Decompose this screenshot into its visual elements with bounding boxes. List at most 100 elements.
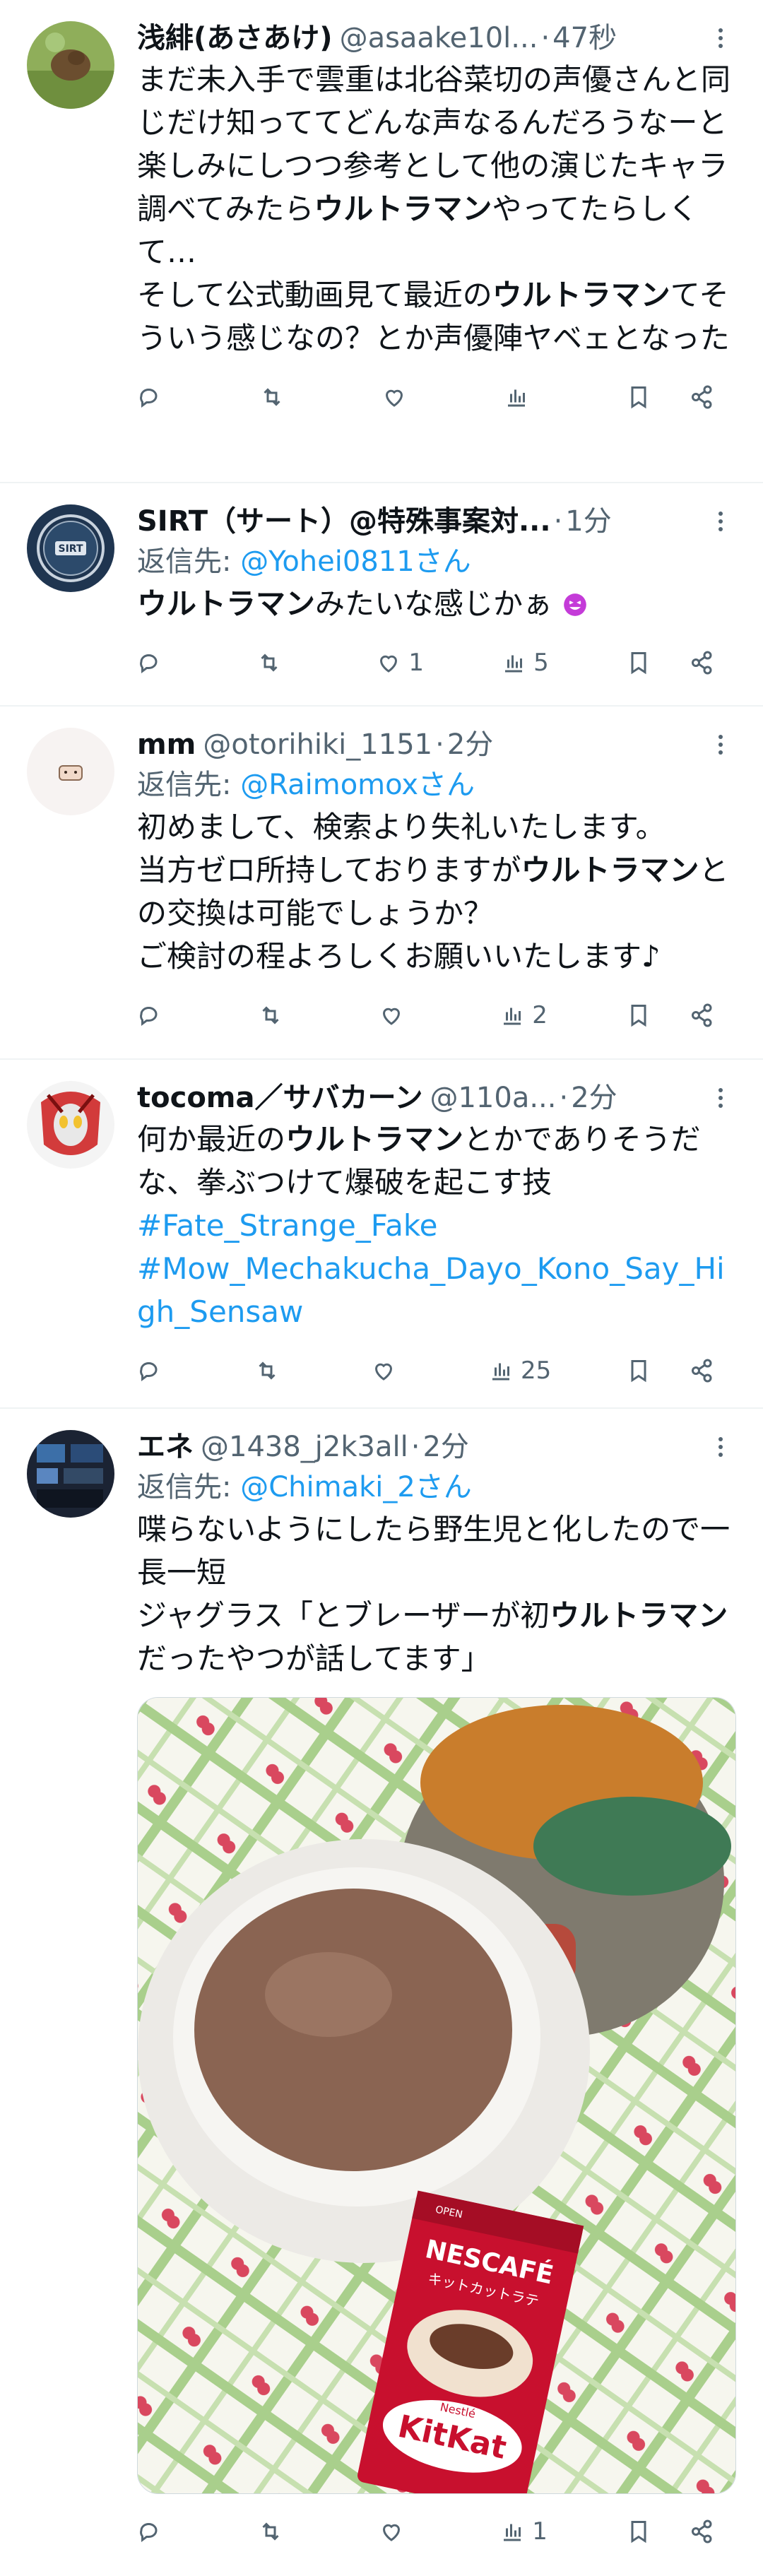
retweet-button[interactable] [259, 384, 302, 410]
avatar[interactable] [27, 1081, 114, 1169]
more-options-button[interactable] [706, 731, 735, 759]
emoji-smile-icon [564, 593, 587, 616]
share-icon [691, 2519, 712, 2543]
like-button[interactable] [379, 2519, 421, 2544]
bookmark-button[interactable] [626, 1358, 668, 1383]
reply-label: 返信先: [137, 769, 241, 801]
reply-button[interactable] [137, 1358, 179, 1383]
avatar[interactable]: SIRT [27, 504, 114, 592]
avatar[interactable] [27, 728, 114, 815]
reply-icon [140, 2523, 158, 2542]
user-handle[interactable]: @110a... [430, 1078, 556, 1118]
views-button[interactable]: 2 [499, 1001, 548, 1029]
svg-text:SIRT: SIRT [59, 543, 83, 555]
timestamp[interactable]: 2分 [422, 1427, 468, 1467]
bookmark-button[interactable] [626, 384, 668, 410]
tweet[interactable]: 浅緋(あさあけ) @asaake10l... · 47秒 まだ未入手で雲重は北谷… [0, 0, 763, 483]
reply-handle-link[interactable]: @Raimomoxさん [240, 769, 475, 801]
retweet-button[interactable] [256, 650, 299, 675]
user-handle[interactable]: @1438_j2k3all [201, 1427, 408, 1467]
reply-button[interactable] [137, 650, 179, 675]
more-options-button[interactable] [706, 1084, 735, 1112]
display-name[interactable]: エネ [137, 1427, 194, 1467]
hashtag-link[interactable]: #Fate_Strange_Fake [137, 1208, 438, 1243]
timestamp[interactable]: 2分 [447, 725, 493, 764]
like-button[interactable]: 1 [376, 649, 424, 677]
reply-icon [140, 654, 158, 673]
retweet-button[interactable] [258, 1003, 300, 1028]
bookmark-button[interactable] [626, 2519, 668, 2544]
separator-dot: · [540, 22, 550, 54]
highlight-keyword: ウルトラマン [492, 278, 670, 312]
tweet[interactable]: SIRT SIRT（サート）@特殊事案対... · 1分 返信先: @Yohei… [0, 483, 763, 707]
highlight-keyword: ウルトラマン [550, 1598, 728, 1633]
retweet-button[interactable] [258, 2519, 300, 2544]
avatar[interactable] [27, 1430, 114, 1518]
user-handle[interactable]: @asaake10l... [340, 18, 538, 58]
bookmark-icon [631, 1005, 646, 1027]
display-name[interactable]: 浅緋(あさあけ) [137, 18, 333, 58]
display-name[interactable]: tocoma／サバカーン [137, 1078, 422, 1118]
tweet[interactable]: エネ @1438_j2k3all · 2分 返信先: @Chimaki_2さん … [0, 1409, 763, 2576]
views-button[interactable]: 5 [501, 649, 549, 677]
action-bar: 1 [137, 2507, 732, 2556]
reply-button[interactable] [137, 2519, 179, 2544]
timestamp[interactable]: 47秒 [552, 18, 617, 58]
tweet[interactable]: tocoma／サバカーン @110a... · 2分 何か最近のウルトラマンとか… [0, 1060, 763, 1409]
tweet-photo[interactable]: NESCAFÉ キットカットラテ OPEN KitKat Nestlé [137, 1697, 736, 2494]
bookmark-icon [631, 1360, 646, 1383]
more-options-button[interactable] [706, 24, 735, 52]
display-name[interactable]: SIRT（サート）@特殊事案対... [137, 502, 551, 541]
share-icon [691, 1359, 712, 1383]
retweet-button[interactable] [254, 1358, 297, 1383]
views-button[interactable]: 25 [488, 1357, 551, 1385]
user-handle[interactable]: @otorihiki_1151 [203, 725, 432, 764]
separator-dot: · [410, 1431, 420, 1463]
like-button[interactable] [379, 1003, 421, 1028]
avatar[interactable] [27, 21, 114, 109]
like-button[interactable] [382, 384, 424, 410]
more-icon [718, 1437, 723, 1441]
separator-dot: · [553, 505, 563, 538]
reply-handle-link[interactable]: @Yohei0811さん [240, 545, 471, 578]
more-options-button[interactable] [706, 1433, 735, 1461]
share-button[interactable] [690, 2519, 732, 2544]
action-bar [137, 372, 732, 422]
highlight-keyword: ウルトラマン [521, 853, 699, 887]
action-bar: 25 [137, 1346, 732, 1395]
timeline-feed: 浅緋(あさあけ) @asaake10l... · 47秒 まだ未入手で雲重は北谷… [0, 0, 763, 2576]
bookmark-button[interactable] [626, 650, 668, 675]
like-button[interactable] [371, 1358, 413, 1383]
action-bar: 2 [137, 991, 732, 1040]
views-icon [504, 1008, 521, 1025]
like-icon [375, 1363, 393, 1381]
share-button[interactable] [690, 1358, 732, 1383]
views-count: 1 [532, 2517, 548, 2546]
reply-button[interactable] [137, 1003, 179, 1028]
timestamp[interactable]: 2分 [571, 1078, 617, 1118]
share-button[interactable] [690, 650, 732, 675]
bookmark-button[interactable] [626, 1003, 668, 1028]
more-icon [718, 1088, 723, 1092]
action-bar: 1 5 [137, 638, 732, 687]
tweet[interactable]: mm @otorihiki_1151 · 2分 返信先: @Raimomoxさん… [0, 707, 763, 1060]
display-name[interactable]: mm [137, 725, 196, 764]
reply-button[interactable] [137, 384, 179, 410]
share-icon [691, 1003, 712, 1027]
share-button[interactable] [690, 384, 732, 410]
views-button[interactable] [504, 384, 546, 410]
more-options-button[interactable] [706, 507, 735, 536]
bookmark-icon [631, 386, 646, 409]
timestamp[interactable]: 1分 [565, 502, 611, 541]
tweet-text: 喋らないようにしたら野生児と化したので一長一短 ジャグラス「とブレーザーが初ウル… [137, 1508, 732, 1680]
hashtag-link[interactable]: #Mow_Mechakucha_Dayo_Kono_Say_High_Sensa… [137, 1251, 725, 1329]
more-icon [718, 735, 723, 739]
views-icon [504, 2524, 521, 2541]
views-button[interactable]: 1 [499, 2517, 548, 2546]
bookmark-icon [631, 652, 646, 675]
share-button[interactable] [690, 1003, 732, 1028]
views-count: 2 [532, 1001, 548, 1029]
retweet-icon [262, 2522, 279, 2541]
reply-handle-link[interactable]: @Chimaki_2さん [240, 1471, 472, 1503]
highlight-keyword: ウルトラマン [285, 1122, 464, 1157]
